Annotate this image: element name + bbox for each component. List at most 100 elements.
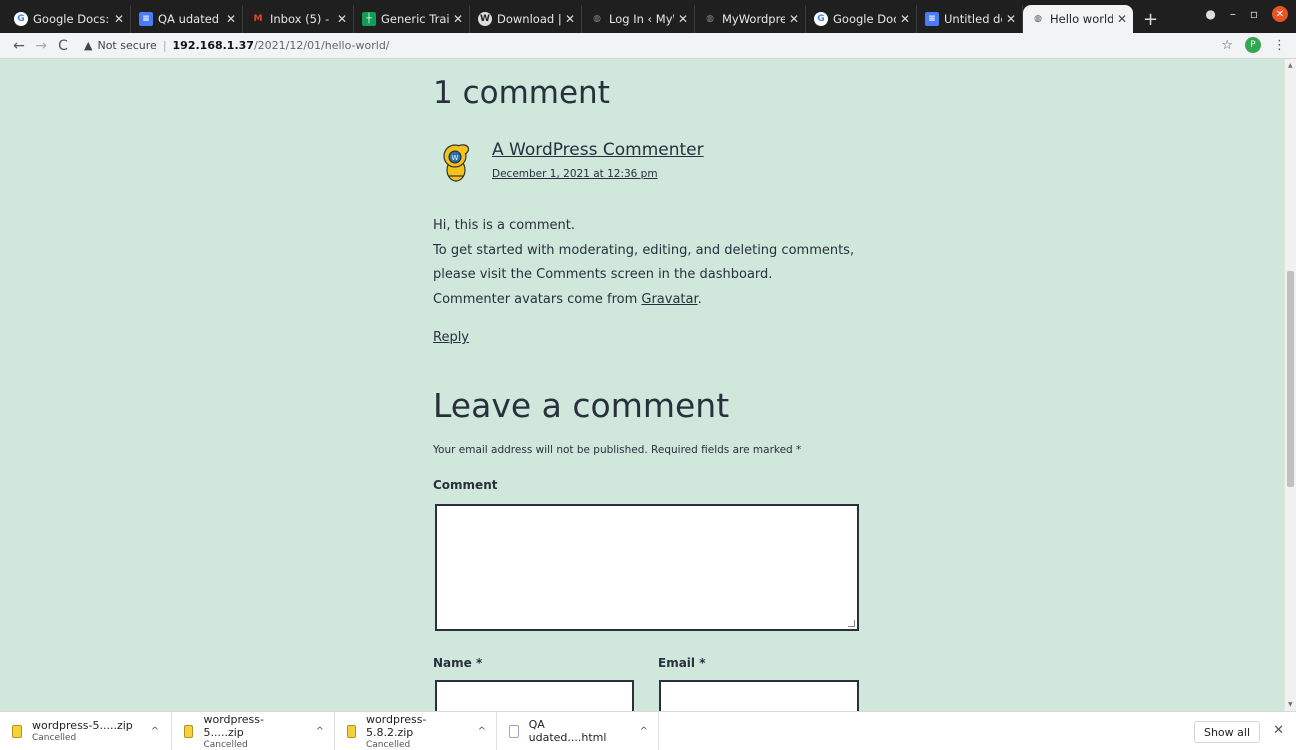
address-bar[interactable]: ▲ Not secure | 192.168.1.37 /2021/12/01/… [84, 39, 390, 52]
new-tab-button[interactable]: + [1133, 5, 1168, 33]
browser-toolbar: ← → C ▲ Not secure | 192.168.1.37 /2021/… [0, 33, 1296, 59]
download-status: Cancelled [365, 739, 411, 750]
svg-text:W: W [452, 154, 459, 162]
tab-title: Inbox (5) - pra [270, 12, 333, 26]
forward-icon[interactable]: → [30, 38, 52, 54]
tab-active[interactable]: ◍ Hello world! – ✕ [1023, 5, 1133, 33]
download-status: Cancelled [203, 739, 248, 750]
scroll-up-icon[interactable]: ▲ [1288, 62, 1293, 69]
reload-icon[interactable]: C [52, 38, 74, 54]
back-icon[interactable]: ← [8, 38, 30, 54]
chevron-up-icon[interactable]: ^ [478, 726, 486, 737]
close-icon[interactable]: ✕ [1006, 12, 1016, 26]
profile-avatar[interactable]: P [1245, 37, 1261, 53]
menu-icon[interactable]: ⋮ [1273, 38, 1286, 53]
star-icon[interactable]: ☆ [1221, 38, 1233, 53]
google-icon: G [814, 12, 828, 26]
close-icon[interactable]: ✕ [565, 12, 575, 26]
comment-line: To get started with moderating, editing,… [433, 242, 855, 258]
maximize-icon[interactable]: ▫ [1250, 7, 1258, 21]
tab-title: Google Docs: [833, 12, 896, 26]
window-controls: ● – ▫ ✕ [1205, 6, 1288, 22]
comment-notes: Your email address will not be published… [433, 444, 802, 456]
warning-icon[interactable]: ▲ [84, 39, 92, 52]
download-filename: wordpress-5.....zip [203, 712, 264, 739]
close-icon[interactable]: ✕ [789, 12, 799, 26]
globe-icon: ◍ [706, 14, 714, 24]
tab[interactable]: W Download | W ✕ [470, 5, 582, 33]
tab-title: Log In ‹ MyWo [609, 12, 674, 26]
tab-title: Google Docs: [33, 12, 110, 26]
close-icon[interactable]: ✕ [453, 12, 463, 26]
comment-line: please visit the Comments screen in the … [433, 267, 773, 282]
zip-file-icon [184, 724, 194, 738]
tab[interactable]: M Inbox (5) - pra ✕ [243, 5, 354, 33]
comment-date-link[interactable]: December 1, 2021 at 12:36 pm [492, 168, 658, 180]
scroll-down-icon[interactable]: ▼ [1288, 701, 1293, 708]
google-icon: G [14, 12, 28, 26]
comment-line: Hi, this is a comment. [433, 218, 576, 233]
minimize-icon[interactable]: – [1230, 7, 1236, 21]
tab[interactable]: ≡ Untitled docu ✕ [917, 5, 1023, 33]
tab-title: QA udated as [158, 12, 222, 26]
name-input[interactable] [435, 680, 634, 711]
download-item[interactable]: wordpress-5.8.2.zip Cancelled ^ [335, 711, 497, 750]
tab-title: MyWordpress [722, 12, 785, 26]
commenter-avatar: W [443, 144, 470, 182]
tab-search-icon[interactable]: ● [1205, 7, 1215, 21]
sheets-icon: ┼ [362, 12, 376, 26]
tab[interactable]: ◍ Log In ‹ MyWo ✕ [582, 5, 695, 33]
download-item[interactable]: wordpress-5.....zip Cancelled ^ [0, 711, 172, 750]
comment-author-link[interactable]: A WordPress Commenter [492, 140, 704, 160]
window-close-icon[interactable]: ✕ [1272, 6, 1288, 22]
comment-textarea[interactable] [435, 504, 859, 631]
close-icon[interactable]: ✕ [678, 12, 688, 26]
globe-icon: ◍ [1034, 14, 1042, 24]
download-item[interactable]: wordpress-5.....zip Cancelled ^ [172, 711, 335, 750]
html-file-icon [509, 724, 519, 738]
tab-title: Generic Traini [381, 12, 449, 26]
tab[interactable]: G Google Docs: ✕ [806, 5, 917, 33]
close-icon[interactable]: ✕ [1117, 12, 1127, 26]
comment-line: Commenter avatars come from Gravatar. [433, 288, 854, 313]
comment-label: Comment [433, 478, 498, 492]
download-text: wordpress-5.8.2.zip Cancelled [366, 713, 460, 750]
reply-link[interactable]: Reply [433, 330, 469, 345]
page-scrollbar[interactable]: ▲ ▼ [1284, 59, 1296, 711]
download-item[interactable]: QA udated....html ^ [497, 711, 659, 750]
tab[interactable]: ≡ QA udated as ✕ [131, 5, 243, 33]
zip-file-icon [347, 724, 356, 738]
docs-icon: ≡ [139, 12, 153, 26]
page-viewport: 1 comment W A WordPress Commenter Decemb… [0, 59, 1284, 711]
email-label: Email * [658, 656, 706, 670]
download-text: wordpress-5.....zip Cancelled [203, 713, 297, 750]
chevron-up-icon[interactable]: ^ [640, 726, 648, 737]
resize-handle-icon[interactable] [848, 620, 855, 627]
comment-text: Commenter avatars come from [433, 291, 642, 307]
close-icon[interactable]: ✕ [114, 12, 124, 26]
download-text: wordpress-5.....zip Cancelled [32, 719, 133, 743]
name-label: Name * [433, 656, 483, 670]
show-all-button[interactable]: Show all [1193, 721, 1260, 743]
security-label[interactable]: Not secure [97, 39, 156, 52]
globe-icon: ◍ [593, 14, 601, 24]
tab-title: Untitled docu [944, 12, 1002, 26]
email-input[interactable] [659, 680, 859, 711]
downloads-bar: wordpress-5.....zip Cancelled ^ wordpres… [0, 711, 1296, 750]
close-icon[interactable]: ✕ [337, 12, 347, 26]
close-icon[interactable]: ✕ [900, 12, 910, 26]
comment-body: Hi, this is a comment. To get started wi… [433, 214, 854, 312]
download-filename: QA udated....html [528, 718, 607, 744]
chevron-up-icon[interactable]: ^ [316, 726, 324, 737]
chevron-up-icon[interactable]: ^ [151, 726, 159, 737]
gravatar-link[interactable]: Gravatar [641, 292, 697, 307]
close-icon[interactable]: ✕ [226, 12, 236, 26]
scrollbar-thumb[interactable] [1287, 271, 1294, 487]
toolbar-right: ☆ P ⋮ [1221, 37, 1286, 53]
url-separator: | [162, 39, 167, 52]
tab[interactable]: ┼ Generic Traini ✕ [354, 5, 470, 33]
tab[interactable]: ◍ MyWordpress ✕ [695, 5, 806, 33]
tab[interactable]: G Google Docs: ✕ [6, 5, 131, 33]
download-filename: wordpress-5.....zip [32, 719, 133, 732]
close-downloads-icon[interactable]: ✕ [1273, 723, 1284, 738]
